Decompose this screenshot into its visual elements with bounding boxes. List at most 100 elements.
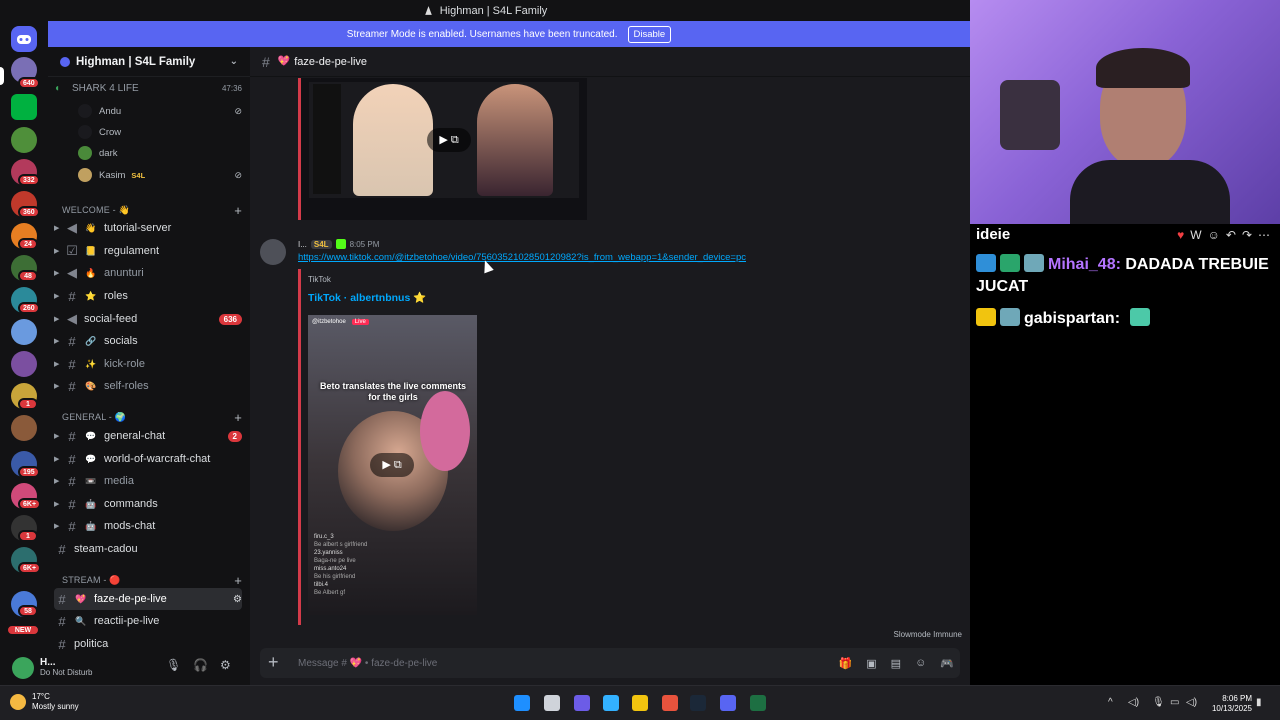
discord-home-icon[interactable] bbox=[11, 26, 37, 52]
windows-start-icon[interactable] bbox=[514, 695, 530, 711]
play-icon[interactable]: ▶ ⧉ bbox=[370, 453, 414, 477]
video-thumbnail: ▶ ⧉ bbox=[309, 82, 579, 198]
message-input[interactable]: + Message # 💖 • faze-de-pe-live 🎁 ▣ ▤ ☺ … bbox=[260, 648, 960, 678]
invite-icon[interactable]: ⚙ bbox=[233, 594, 242, 605]
network-icon[interactable]: ▭ bbox=[1170, 697, 1179, 708]
guild-header[interactable]: Highman | S4L Family ⌄ bbox=[48, 47, 250, 77]
channel-kick-role[interactable]: ▶ # ✨ kick-role bbox=[54, 353, 242, 375]
sticker-icon[interactable]: ▤ bbox=[891, 657, 901, 670]
disable-button[interactable]: Disable bbox=[627, 25, 672, 43]
headphones-icon[interactable]: 🎧 bbox=[193, 658, 208, 672]
voice-user[interactable]: Andu ⊘ bbox=[78, 101, 242, 121]
muted-icon: ⊘ bbox=[234, 169, 242, 180]
avatar[interactable] bbox=[12, 656, 34, 679]
channel-steam-cadou[interactable]: # steam-cadou bbox=[54, 538, 242, 560]
tiktok-handle: @itzbetohoe bbox=[312, 319, 346, 325]
voice-user[interactable]: Crow bbox=[78, 122, 242, 142]
add-channel-icon[interactable]: + bbox=[234, 573, 242, 588]
message-author[interactable]: I... bbox=[298, 240, 307, 249]
channel-reactii-pe-live[interactable]: # 🔍 reactii-pe-live bbox=[54, 610, 242, 632]
channel-world-of-warcraft-chat[interactable]: ▶ # 💬 world-of-warcraft-chat bbox=[54, 448, 242, 470]
microphone-icon[interactable]: 🎙 bbox=[1152, 697, 1165, 708]
category-welcome[interactable]: WELCOME - 👋 + bbox=[62, 202, 242, 218]
category-general[interactable]: GENERAL - 🌍 + bbox=[62, 409, 242, 425]
voice-user[interactable]: Kasim S4L ⊘ bbox=[78, 165, 242, 185]
microphone bbox=[1000, 80, 1060, 150]
play-icon[interactable]: ▶ ⧉ bbox=[427, 128, 471, 152]
server-icon[interactable] bbox=[11, 127, 37, 153]
gamepad-icon[interactable]: 🎮 bbox=[940, 657, 954, 670]
embed-title[interactable]: TikTok · albertnbnus ⭐ bbox=[308, 291, 426, 304]
gif-icon[interactable]: ▣ bbox=[866, 657, 876, 670]
steam-icon[interactable] bbox=[690, 695, 706, 711]
channel-roles[interactable]: ▶ # ⭐ roles bbox=[54, 285, 242, 307]
gear-icon[interactable]: ⚙ bbox=[220, 658, 231, 672]
speaker-icon[interactable]: ◁) bbox=[1128, 697, 1139, 708]
clock-time: 8:06 PM bbox=[1222, 694, 1252, 703]
channel-label: socials bbox=[104, 335, 138, 347]
avatar[interactable] bbox=[260, 239, 286, 265]
excel-icon[interactable] bbox=[750, 695, 766, 711]
channel-faze-de-pe-live[interactable]: # 💖 faze-de-pe-live ⚙ bbox=[54, 588, 242, 610]
voice-user-name: Andu bbox=[99, 105, 122, 117]
speech-bubble-icon: 💬 bbox=[85, 453, 97, 464]
channel-label: world-of-warcraft-chat bbox=[104, 453, 211, 465]
channel-social-feed[interactable]: ▶ ◀ social-feed 636 bbox=[54, 308, 242, 330]
server-icon[interactable] bbox=[11, 415, 37, 441]
clock[interactable]: 8:06 PM 10/13/2025 bbox=[1212, 694, 1252, 714]
microphone-icon[interactable]: 🎙 bbox=[166, 658, 181, 672]
discord-icon[interactable] bbox=[720, 695, 736, 711]
channel-mods-chat[interactable]: ▶ # 🤖 mods-chat bbox=[54, 515, 242, 537]
add-channel-icon[interactable]: + bbox=[234, 410, 242, 425]
category-label: STREAM - 🔴 bbox=[62, 574, 121, 585]
copilot-icon[interactable] bbox=[603, 695, 619, 711]
server-icon[interactable] bbox=[11, 319, 37, 345]
anime-character-right bbox=[477, 84, 553, 196]
chevron-right-icon: ▶ bbox=[54, 383, 60, 390]
channel-regulament[interactable]: ▶ ☑ 📒 regulament bbox=[54, 240, 242, 262]
channel-media[interactable]: ▶ # 📼 media bbox=[54, 470, 242, 492]
heart-icon: ♥ bbox=[1177, 228, 1185, 242]
add-channel-icon[interactable]: + bbox=[234, 203, 242, 218]
weather-widget[interactable]: 17°C Mostly sunny bbox=[10, 692, 79, 712]
voice-channel-shark4life[interactable]: ◖ SHARK 4 LIFE 47:36 bbox=[54, 78, 242, 98]
server-badge: 332 bbox=[18, 174, 40, 186]
emoji-icon[interactable]: ☺ bbox=[915, 657, 926, 670]
add-attachment-icon[interactable]: + bbox=[268, 652, 279, 673]
server-icon[interactable] bbox=[11, 351, 37, 377]
chevron-right-icon: ▶ bbox=[54, 270, 60, 277]
overlay-username: Mihai_48: bbox=[1048, 256, 1121, 273]
video-embed-previous[interactable]: ▶ ⧉ bbox=[301, 78, 587, 220]
voice-user[interactable]: dark bbox=[78, 143, 242, 163]
server-badge: 6K+ bbox=[18, 498, 42, 510]
channel-anunturi[interactable]: ▶ ◀ 🔥 anunturi bbox=[54, 262, 242, 284]
kick-server-icon[interactable] bbox=[11, 94, 37, 120]
robot-icon: 🤖 bbox=[85, 520, 97, 531]
chevron-up-icon[interactable]: ^ bbox=[1108, 697, 1113, 708]
channel-general-chat[interactable]: ▶ # 💬 general-chat 2 bbox=[54, 425, 242, 447]
overlay-reactions: ♥ W ☺ ↶ ↷ ⋯ bbox=[1177, 228, 1270, 242]
task-view-icon[interactable] bbox=[544, 695, 560, 711]
notification-icon[interactable]: ▮ bbox=[1256, 697, 1262, 708]
channel-socials[interactable]: ▶ # 🔗 socials bbox=[54, 330, 242, 352]
chevron-right-icon: ▶ bbox=[54, 293, 60, 300]
webcam-feed bbox=[970, 0, 1280, 224]
muted-icon: ⊘ bbox=[234, 105, 242, 116]
channel-self-roles[interactable]: ▶ # 🎨 self-roles bbox=[54, 375, 242, 397]
slowmode-indicator: Slowmode Immune bbox=[893, 630, 962, 639]
live-badge: Live bbox=[351, 319, 369, 325]
volume-icon[interactable]: ◁) bbox=[1186, 697, 1197, 708]
message-link[interactable]: https://www.tiktok.com/@itzbetohoe/video… bbox=[298, 252, 746, 263]
gift-icon[interactable]: 🎁 bbox=[839, 657, 853, 670]
comment-text: Be Albert gf bbox=[314, 590, 346, 596]
channel-commands[interactable]: ▶ # 🤖 commands bbox=[54, 493, 242, 515]
app-icon[interactable] bbox=[574, 695, 590, 711]
tiktok-video[interactable]: @itzbetohoe Live Beto translates the liv… bbox=[308, 315, 477, 615]
channel-tutorial-server[interactable]: ▶ ◀ 👋 tutorial-server bbox=[54, 217, 242, 239]
browser-icon[interactable] bbox=[662, 695, 678, 711]
category-stream[interactable]: STREAM - 🔴 + bbox=[62, 572, 242, 588]
message-header: I... S4L 8:05 PM bbox=[298, 239, 379, 249]
file-explorer-icon[interactable] bbox=[632, 695, 648, 711]
voice-channel-label: SHARK 4 LIFE bbox=[72, 82, 139, 94]
channel-politica[interactable]: # politica bbox=[54, 633, 242, 651]
